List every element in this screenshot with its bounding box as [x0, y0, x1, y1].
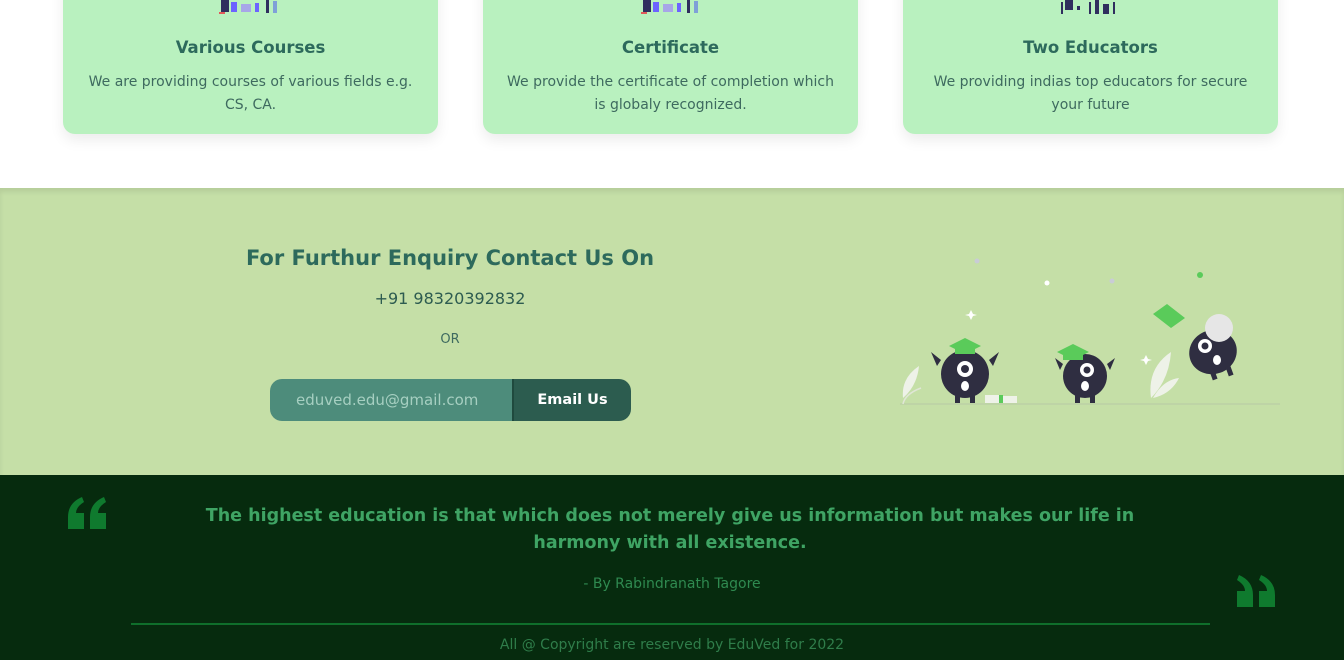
copyright-text: All @ Copyright are reserved by EduVed f…	[499, 637, 845, 653]
quote-author: - By Rabindranath Tagore	[583, 576, 761, 592]
quote-footer: The highest education is that which does…	[0, 475, 1344, 660]
graduation-monsters-illustration-icon	[900, 258, 1280, 405]
quote-text: The highest education is that which does…	[205, 506, 1135, 553]
courses-illustration-icon	[218, 0, 277, 14]
contact-section: For Furthur Enquiry Contact Us On +91 98…	[0, 188, 1344, 475]
email-us-button[interactable]: Email Us	[512, 379, 631, 421]
feature-card-courses: Various Courses We are providing courses…	[63, 0, 438, 134]
quote-close-icon	[1237, 575, 1275, 607]
features-section: Various Courses We are providing courses…	[0, 0, 1344, 188]
feature-card-certificate: Certificate We provide the certificate o…	[483, 0, 858, 134]
feature-description: We are providing courses of various fiel…	[88, 74, 413, 113]
feature-description: We providing indias top educators for se…	[933, 74, 1248, 113]
feature-card-educators: Two Educators We providing indias top ed…	[903, 0, 1278, 134]
footer-divider	[131, 623, 1210, 625]
contact-heading: For Furthur Enquiry Contact Us On	[245, 246, 655, 270]
contact-phone: +91 98320392832	[374, 289, 526, 308]
educators-illustration-icon	[1060, 0, 1115, 14]
quote-open-icon	[68, 497, 106, 529]
certificate-illustration-icon	[640, 0, 698, 14]
email-form: Email Us	[270, 379, 631, 421]
feature-title: Two Educators	[1023, 38, 1158, 57]
feature-description: We provide the certificate of completion…	[507, 74, 834, 113]
feature-title: Various Courses	[175, 38, 326, 57]
or-separator: OR	[440, 332, 460, 347]
email-input[interactable]	[270, 379, 512, 421]
feature-title: Certificate	[621, 38, 720, 57]
